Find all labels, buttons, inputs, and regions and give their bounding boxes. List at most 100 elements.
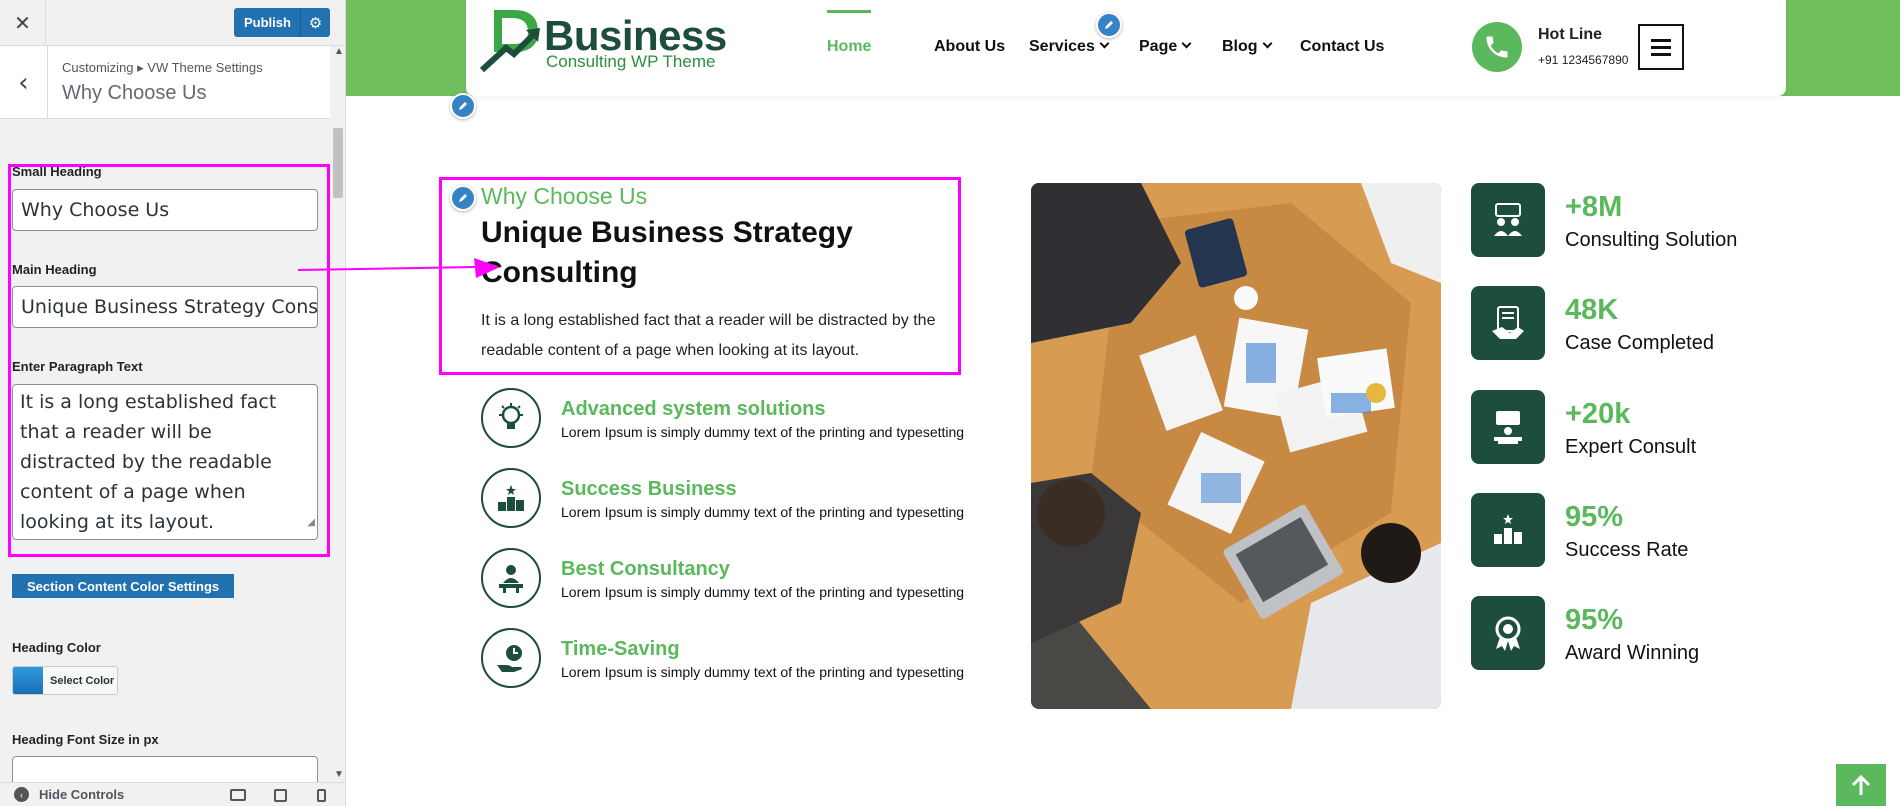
- why-choose-us-paragraph: It is a long established fact that a rea…: [481, 312, 936, 359]
- heading-color-picker[interactable]: Select Color: [12, 666, 118, 695]
- nav-services[interactable]: Services: [1029, 38, 1110, 56]
- nav-page-label: Page: [1139, 38, 1178, 55]
- arrow-up-icon: [1851, 775, 1871, 795]
- nav-home[interactable]: Home: [827, 10, 872, 56]
- stat-label: Award Winning: [1565, 642, 1700, 664]
- chevron-left-icon: ‹: [18, 67, 29, 98]
- feature-item: Advanced system solutions Lorem Ipsum is…: [481, 388, 981, 452]
- site-logo[interactable]: Business Consulting WP Theme: [480, 6, 727, 76]
- color-swatch: [13, 667, 43, 694]
- stat-label: Success Rate: [1565, 539, 1689, 561]
- paragraph-text-label: Enter Paragraph Text: [12, 359, 143, 374]
- close-customizer-button[interactable]: ✕: [0, 0, 46, 46]
- why-choose-us-small-heading: Why Choose Us: [481, 183, 648, 209]
- paragraph-textarea-value: It is a long established fact that a rea…: [20, 391, 277, 533]
- presenter-desk-icon: [1471, 390, 1545, 464]
- paragraph-textarea[interactable]: It is a long established fact that a rea…: [12, 384, 318, 540]
- close-icon: ✕: [14, 11, 31, 35]
- nav-blog[interactable]: Blog: [1222, 38, 1272, 56]
- scroll-to-top-button[interactable]: [1836, 764, 1886, 806]
- nav-blog-label: Blog: [1222, 38, 1258, 55]
- stat-label: Expert Consult: [1565, 436, 1697, 458]
- award-badge-icon: [1471, 596, 1545, 670]
- customizer-section-header: ‹ Customizing ▸ VW Theme Settings Why Ch…: [0, 46, 330, 119]
- edit-shortcut-pencil-icon[interactable]: [450, 185, 476, 211]
- feature-title: Success Business: [561, 478, 737, 500]
- customizer-topbar: ✕ Publish ⚙: [0, 0, 345, 46]
- consultant-desk-icon: [481, 548, 541, 608]
- chevron-down-icon: [1181, 38, 1192, 49]
- gear-icon[interactable]: ⚙: [300, 8, 330, 37]
- team-meeting-photo: [1031, 183, 1441, 709]
- resize-grip-icon[interactable]: ◢: [307, 508, 315, 538]
- stat-label: Case Completed: [1565, 332, 1714, 354]
- podium-star-icon: [481, 468, 541, 528]
- customizer-scrollbar[interactable]: ▲ ▼: [330, 46, 345, 782]
- back-button[interactable]: ‹: [0, 46, 48, 119]
- main-heading-input[interactable]: Unique Business Strategy Consu: [12, 286, 318, 328]
- logo-tagline: Consulting WP Theme: [546, 52, 716, 71]
- hamburger-menu-icon[interactable]: [1638, 24, 1684, 70]
- stat-value: 95%: [1565, 604, 1624, 636]
- nav-page[interactable]: Page: [1139, 38, 1192, 56]
- chevron-down-icon: [1099, 38, 1110, 49]
- customizer-footer: ‹ Hide Controls: [0, 782, 345, 806]
- mobile-preview-icon[interactable]: [317, 789, 326, 802]
- customizer-panel: ✕ Publish ⚙ ‹ Customizing ▸ VW Theme Set…: [0, 0, 346, 806]
- site-header: Business Consulting WP Theme Home About …: [466, 0, 1786, 96]
- heading-color-label: Heading Color: [12, 640, 101, 655]
- feature-title: Advanced system solutions: [561, 398, 826, 420]
- edit-shortcut-pencil-icon[interactable]: [450, 93, 476, 119]
- annotation-arrow: [298, 258, 500, 278]
- stat-item: +8M Consulting Solution: [1471, 183, 1771, 259]
- publish-button[interactable]: Publish ⚙: [234, 8, 330, 37]
- logo-mark-icon: [480, 10, 540, 73]
- breadcrumb: Customizing ▸ VW Theme Settings: [62, 60, 263, 75]
- hide-controls-icon[interactable]: ‹: [14, 787, 29, 802]
- phone-icon[interactable]: [1472, 22, 1522, 72]
- chevron-down-icon: [1262, 38, 1272, 49]
- podium-star-icon: [1471, 493, 1545, 567]
- stat-item: 95% Award Winning: [1471, 596, 1771, 672]
- gear-bulb-icon: [481, 388, 541, 448]
- desktop-preview-icon[interactable]: [230, 789, 246, 801]
- heading-font-size-label: Heading Font Size in px: [12, 732, 159, 747]
- section-content-color-settings-button[interactable]: Section Content Color Settings: [12, 574, 235, 598]
- why-choose-us-main-heading: Unique Business Strategy Consulting: [481, 216, 853, 289]
- site-preview: Business Consulting WP Theme Home About …: [346, 0, 1900, 806]
- handshake-document-icon: [1471, 286, 1545, 360]
- scroll-up-arrow-icon[interactable]: ▲: [334, 46, 344, 57]
- feature-item: Time-Saving Lorem Ipsum is simply dummy …: [481, 628, 981, 692]
- small-heading-input[interactable]: Why Choose Us: [12, 189, 318, 231]
- publish-label: Publish: [244, 15, 291, 30]
- people-chat-icon: [1471, 183, 1545, 257]
- nav-about-us[interactable]: About Us: [934, 38, 1005, 56]
- stat-value: +20k: [1565, 398, 1631, 430]
- tablet-preview-icon[interactable]: [274, 789, 287, 802]
- stat-item: 95% Success Rate: [1471, 493, 1771, 569]
- feature-title: Best Consultancy: [561, 558, 730, 580]
- hide-controls-button[interactable]: Hide Controls: [39, 787, 124, 802]
- feature-item: Success Business Lorem Ipsum is simply d…: [481, 468, 981, 532]
- hand-clock-icon: [481, 628, 541, 688]
- select-color-label: Select Color: [50, 674, 115, 687]
- hotline-number: +91 1234567890: [1538, 53, 1629, 67]
- stat-value: 48K: [1565, 294, 1619, 326]
- section-title: Why Choose Us: [62, 82, 207, 104]
- stat-value: 95%: [1565, 501, 1624, 533]
- nav-contact-us[interactable]: Contact Us: [1300, 38, 1384, 56]
- hotline-label: Hot Line: [1538, 26, 1602, 43]
- scroll-down-arrow-icon[interactable]: ▼: [334, 769, 344, 780]
- nav-home-label: Home: [827, 38, 872, 55]
- nav-about-label: About Us: [934, 38, 1006, 55]
- edit-shortcut-pencil-icon[interactable]: [1096, 12, 1122, 38]
- nav-services-label: Services: [1029, 38, 1095, 55]
- nav-active-indicator: [827, 10, 871, 13]
- feature-description: Lorem Ipsum is simply dummy text of the …: [561, 664, 965, 680]
- feature-description: Lorem Ipsum is simply dummy text of the …: [561, 584, 965, 600]
- stat-label: Consulting Solution: [1565, 229, 1738, 251]
- small-heading-label: Small Heading: [12, 164, 102, 179]
- scrollbar-thumb[interactable]: [333, 128, 343, 198]
- stat-item: +20k Expert Consult: [1471, 390, 1771, 466]
- feature-item: Best Consultancy Lorem Ipsum is simply d…: [481, 548, 981, 612]
